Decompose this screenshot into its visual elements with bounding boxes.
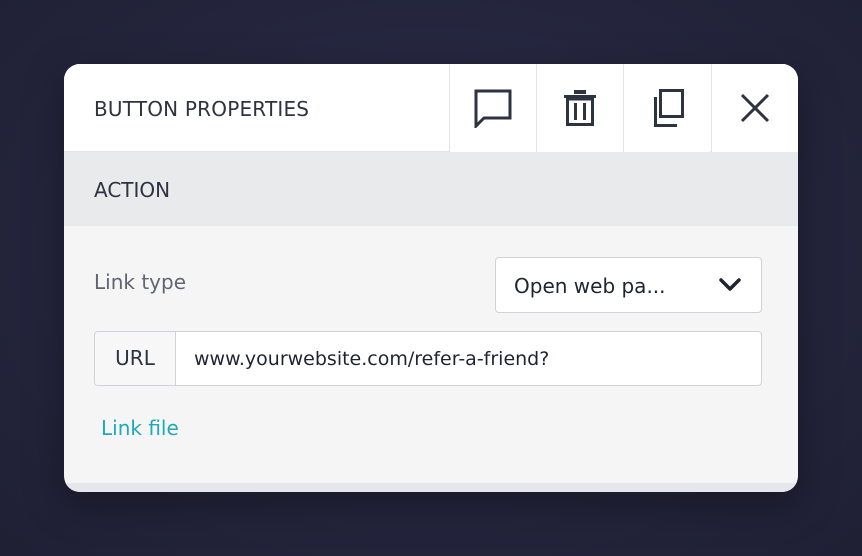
panel-bottom-strip [64, 483, 798, 492]
link-type-selected-value: Open web pa... [514, 274, 666, 298]
url-label: URL [95, 332, 176, 385]
delete-button[interactable] [536, 64, 623, 152]
link-type-select[interactable]: Open web pa... [495, 257, 762, 313]
close-icon [740, 93, 770, 123]
panel-header: BUTTON PROPERTIES [64, 64, 798, 152]
link-file-link[interactable]: Link file [101, 416, 179, 440]
url-input[interactable] [176, 332, 761, 385]
button-properties-panel: BUTTON PROPERTIES ACTION Link type Open … [64, 64, 798, 492]
link-type-label: Link type [94, 270, 186, 294]
comment-button[interactable] [449, 64, 536, 152]
comment-icon [474, 89, 512, 128]
copy-icon [654, 89, 684, 127]
section-title: ACTION [94, 178, 171, 202]
close-button[interactable] [711, 64, 798, 152]
trash-icon [564, 90, 596, 126]
duplicate-button[interactable] [623, 64, 710, 152]
url-field-group: URL [94, 331, 762, 386]
chevron-down-icon [719, 278, 741, 291]
action-section-header: ACTION [64, 152, 798, 226]
panel-title: BUTTON PROPERTIES [94, 97, 310, 121]
